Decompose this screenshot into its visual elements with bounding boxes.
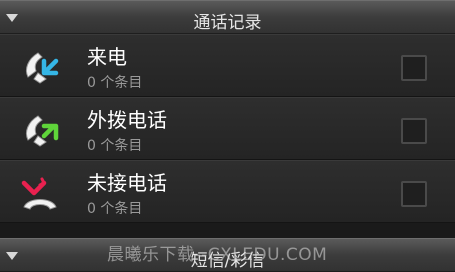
select-checkbox[interactable] bbox=[401, 118, 427, 144]
watermark-text: 晨曦乐下载--CXLEDU.COM bbox=[107, 245, 328, 265]
item-count: 0 个条目 bbox=[87, 75, 143, 91]
item-count: 0 个条目 bbox=[87, 138, 143, 154]
missed-call-icon bbox=[21, 177, 57, 210]
call-log-list: 来电 0 个条目 外拨电话 0 个条目 未接电话 0 个条目 bbox=[0, 34, 455, 223]
item-count: 0 个条目 bbox=[87, 201, 143, 217]
item-label: 来电 bbox=[87, 45, 127, 69]
select-checkbox[interactable] bbox=[401, 55, 427, 81]
incoming-call-icon bbox=[25, 52, 59, 84]
list-item-outgoing[interactable]: 外拨电话 0 个条目 bbox=[0, 97, 455, 160]
list-item-incoming[interactable]: 来电 0 个条目 bbox=[0, 34, 455, 97]
call-log-header[interactable]: 通话记录 bbox=[0, 0, 455, 34]
outgoing-call-icon bbox=[25, 115, 59, 147]
item-label: 外拨电话 bbox=[87, 108, 167, 132]
select-checkbox[interactable] bbox=[401, 181, 427, 207]
item-label: 未接电话 bbox=[87, 171, 167, 195]
call-log-title: 通话记录 bbox=[193, 13, 262, 33]
list-item-missed[interactable]: 未接电话 0 个条目 bbox=[0, 160, 455, 223]
